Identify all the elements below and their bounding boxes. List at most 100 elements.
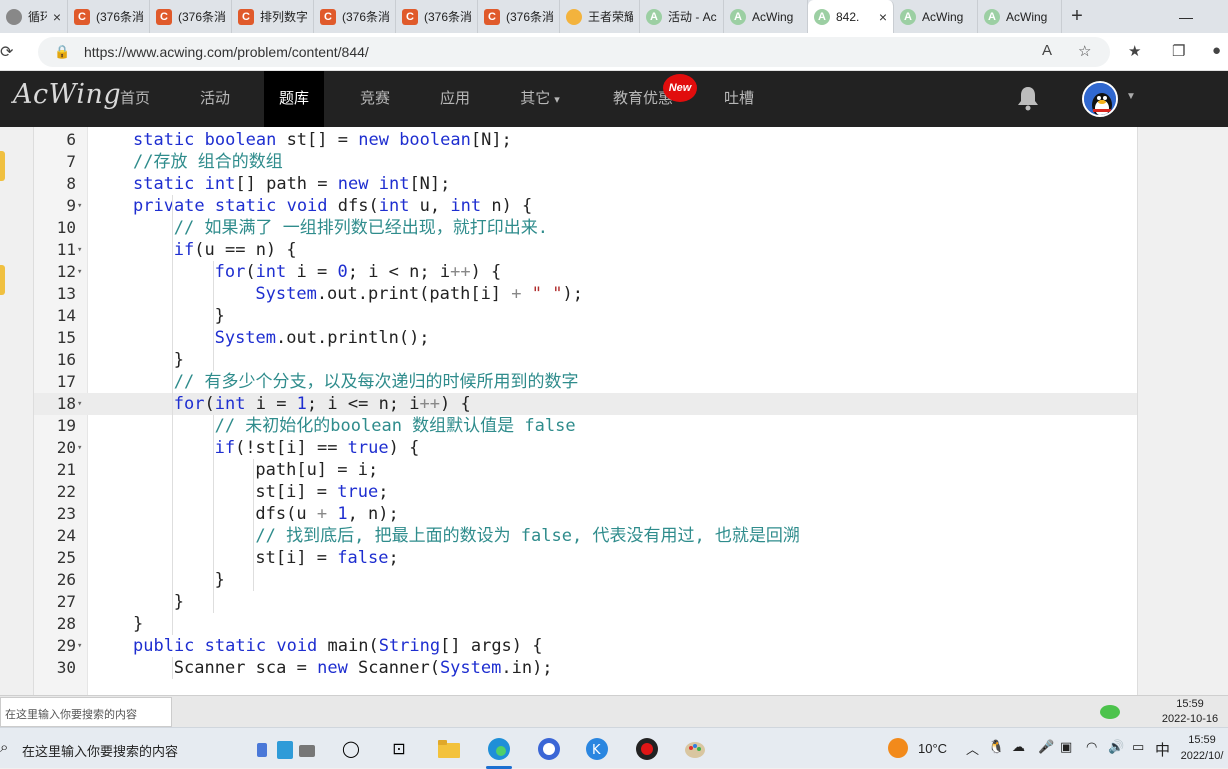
timer-app-icon[interactable] <box>536 736 562 762</box>
favorites-icon[interactable]: ★ <box>1128 42 1141 60</box>
fold-toggle-icon[interactable]: ▾ <box>77 195 87 217</box>
cloud-tray-icon[interactable]: ☁ <box>1012 739 1025 755</box>
code-text: static int[] path = new int[N]; <box>133 174 451 194</box>
code-line[interactable]: 11 ▾ if(u == n) { <box>34 239 1137 261</box>
code-line[interactable]: 15 System.out.println(); <box>34 327 1137 349</box>
close-tab-icon[interactable]: × <box>879 9 887 25</box>
nav-item[interactable]: 吐槽 <box>706 71 772 127</box>
code-text: if(u == n) { <box>173 240 297 260</box>
tray-expand-icon[interactable]: ︿ <box>966 739 979 758</box>
user-avatar[interactable] <box>1082 81 1118 117</box>
code-line[interactable]: 24 // 找到底后, 把最上面的数设为 false, 代表没有用过, 也就是回溯 <box>34 525 1137 547</box>
nav-item[interactable]: 题库 <box>264 71 324 127</box>
page-side-area <box>1155 127 1228 695</box>
favorite-add-icon[interactable]: ☆ <box>1078 42 1091 60</box>
minimize-button[interactable]: — <box>1164 0 1208 33</box>
volume-tray-icon[interactable]: 🔊 <box>1108 739 1124 755</box>
code-line[interactable]: 6 static boolean st[] = new boolean[N]; <box>34 129 1137 151</box>
edge-browser-icon[interactable] <box>486 736 512 762</box>
nav-item-label: 其它 <box>520 90 551 107</box>
browser-tab[interactable]: C 排列数字 <box>232 0 314 33</box>
profile-icon[interactable]: ● <box>1212 42 1221 59</box>
url-field[interactable]: 🔒 https://www.acwing.com/problem/content… <box>38 37 1110 67</box>
taskbar-search-field[interactable]: 在这里输入你要搜索的内容 <box>22 741 178 760</box>
code-line[interactable]: 23 dfs(u + 1, n); <box>34 503 1137 525</box>
weather-temperature[interactable]: 10°C <box>918 741 947 756</box>
bell-icon[interactable] <box>1016 85 1040 111</box>
code-line[interactable]: 10 // 如果满了 一组排列数已经出现，就打印出来. <box>34 217 1137 239</box>
multitask-icon[interactable]: ⊡ <box>386 736 412 762</box>
code-line[interactable]: 27} <box>34 591 1137 613</box>
browser-tab[interactable]: A 842. × <box>808 0 894 33</box>
reload-icon[interactable]: ⟳ <box>0 42 20 62</box>
line-number: 8 <box>66 174 76 193</box>
code-editor[interactable]: // 存放数字的数组， 用过的设为false，数组的下标代表所用到的数字6sta… <box>33 127 1138 695</box>
microphone-tray-icon[interactable]: 🎤 <box>1038 739 1054 755</box>
code-line[interactable]: 8 static int[] path = new int[N]; <box>34 173 1137 195</box>
browser-tab[interactable]: C (376条消 <box>150 0 232 33</box>
browser-tab[interactable]: C (376条消 <box>478 0 560 33</box>
indent-guide <box>253 459 255 591</box>
k-app-icon[interactable]: K <box>584 736 610 762</box>
nav-item[interactable]: 应用 <box>420 71 490 127</box>
close-tab-icon[interactable]: × <box>53 9 61 25</box>
search-highlight-icon[interactable] <box>248 736 324 762</box>
overlay-search-field[interactable]: 在这里输入你要搜索的内容 <box>0 697 172 727</box>
search-icon[interactable]: ⌕ <box>0 739 8 756</box>
code-line[interactable]: 20 ▾ if(!st[i] == true) { <box>34 437 1137 459</box>
weather-sun-icon[interactable] <box>888 738 908 758</box>
new-tab-button[interactable]: + <box>1062 0 1092 33</box>
fold-toggle-icon[interactable]: ▾ <box>77 239 87 261</box>
browser-tab[interactable]: A AcWing <box>978 0 1062 33</box>
code-line[interactable]: 21 path[u] = i; <box>34 459 1137 481</box>
code-line[interactable]: 9 ▾ private static void dfs(int u, int n) … <box>34 195 1137 217</box>
display-tray-icon[interactable]: ▣ <box>1060 739 1072 755</box>
browser-tab[interactable]: C (376条消 <box>396 0 478 33</box>
notes-tray-icon[interactable]: ▭ <box>1132 739 1144 755</box>
code-line[interactable]: 17 // 有多少个分支，以及每次递归的时候所用到的数字 <box>34 371 1137 393</box>
browser-tab[interactable]: 王者荣耀 <box>560 0 640 33</box>
nav-item[interactable]: 首页 <box>100 71 170 127</box>
code-line[interactable]: 29 ▾ public static void main(String[] args… <box>34 635 1137 657</box>
code-line[interactable]: 13 System.out.print(path[i] + " "); <box>34 283 1137 305</box>
code-line[interactable]: 22 st[i] = true; <box>34 481 1137 503</box>
browser-tab[interactable]: A AcWing <box>724 0 808 33</box>
browser-tab[interactable]: 循环 × <box>0 0 68 33</box>
code-line[interactable]: 14} <box>34 305 1137 327</box>
browser-tab[interactable]: A 活动 - Ac <box>640 0 724 33</box>
browser-tab[interactable]: A AcWing <box>894 0 978 33</box>
code-line[interactable]: 7 //存放 组合的数组 <box>34 151 1137 173</box>
browser-tab[interactable]: C (376条消 <box>68 0 150 33</box>
file-explorer-icon[interactable] <box>436 736 462 762</box>
nav-item[interactable]: 竞赛 <box>340 71 410 127</box>
nav-item[interactable]: 其它 ▾ <box>500 71 580 127</box>
wifi-tray-icon[interactable]: ◠ <box>1086 739 1097 755</box>
browser-tab[interactable]: C (376条消 <box>314 0 396 33</box>
user-menu-caret-icon[interactable]: ▼ <box>1126 91 1136 102</box>
line-number: 29 <box>56 636 76 655</box>
taskbar-clock[interactable]: 15:59 2022/10/ <box>1172 732 1228 764</box>
fold-toggle-icon[interactable]: ▾ <box>77 393 87 415</box>
fold-toggle-icon[interactable]: ▾ <box>77 635 87 657</box>
code-line[interactable]: 30 Scanner sca = new Scanner(System.in); <box>34 657 1137 679</box>
qq-tray-icon[interactable]: 🐧 <box>988 739 1004 755</box>
chat-bubble-icon[interactable] <box>1100 705 1120 719</box>
collections-icon[interactable]: ❐ <box>1172 42 1185 60</box>
nav-item[interactable]: 活动 <box>180 71 250 127</box>
paint-app-icon[interactable] <box>682 736 708 762</box>
tab-title: (376条消 <box>342 10 389 24</box>
code-line[interactable]: 16} <box>34 349 1137 371</box>
read-aloud-icon[interactable]: A <box>1042 42 1052 59</box>
code-line[interactable]: 26} <box>34 569 1137 591</box>
fold-toggle-icon[interactable]: ▾ <box>77 437 87 459</box>
record-app-icon[interactable] <box>634 736 660 762</box>
ime-indicator[interactable]: 中 <box>1155 739 1170 760</box>
code-line[interactable]: 19 // 未初始化的boolean 数组默认值是 false <box>34 415 1137 437</box>
code-line[interactable]: 25 st[i] = false; <box>34 547 1137 569</box>
fold-toggle-icon[interactable]: ▾ <box>77 261 87 283</box>
code-line[interactable]: 18 ▾ for(int i = 1; i <= n; i++) { <box>34 393 1137 415</box>
taskbar-date: 2022/10/ <box>1180 750 1224 762</box>
code-line[interactable]: 28} <box>34 613 1137 635</box>
task-view-circle-icon[interactable]: ◯ <box>338 736 364 762</box>
code-line[interactable]: 12 ▾ for(int i = 0; i < n; i++) { <box>34 261 1137 283</box>
